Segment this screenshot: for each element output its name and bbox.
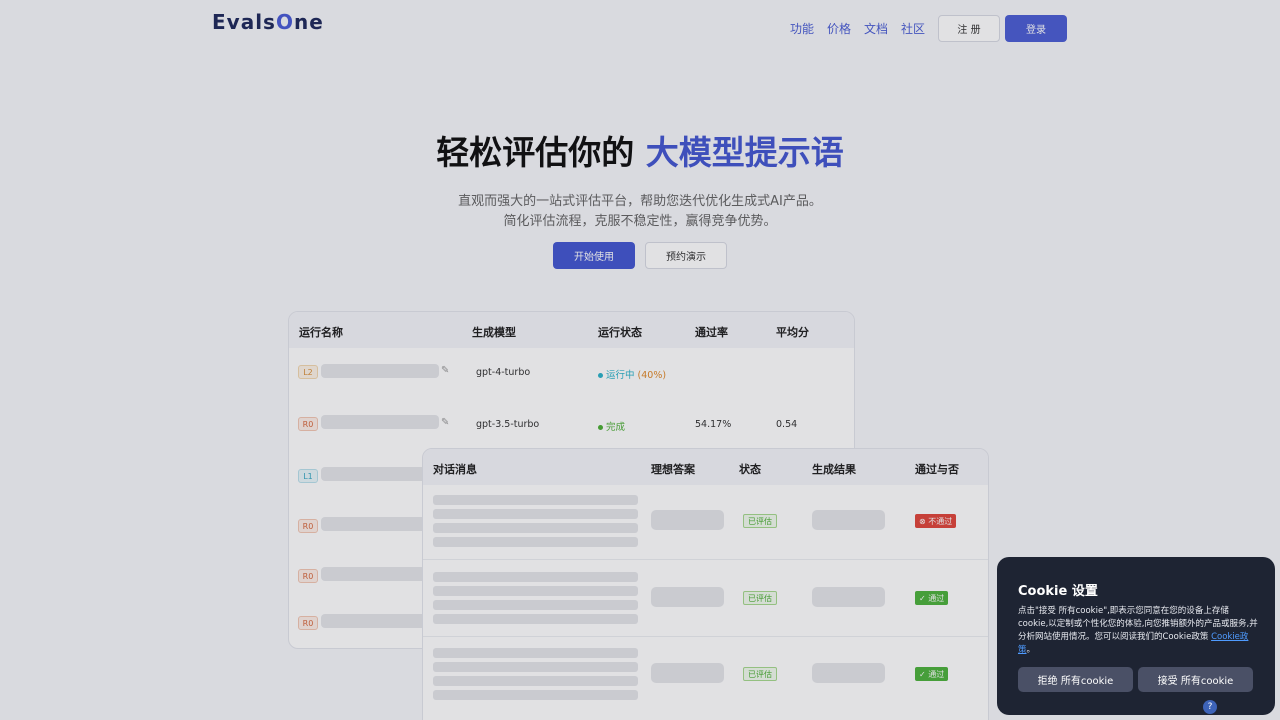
help-icon[interactable]: ? bbox=[1203, 700, 1217, 714]
accept-cookies-button[interactable]: 接受 所有cookie bbox=[1138, 667, 1253, 692]
cookie-text: 点击"接受 所有cookie",即表示您同意在您的设备上存储cookie,以定制… bbox=[1018, 606, 1258, 655]
reject-cookies-button[interactable]: 拒绝 所有cookie bbox=[1018, 667, 1133, 692]
cookie-title: Cookie 设置 bbox=[1018, 584, 1098, 599]
page: EvalsOne 功能 价格 文档 社区 注 册 登录 轻松评估你的 大模型提示… bbox=[0, 0, 1280, 720]
cookie-dialog: Cookie 设置 点击"接受 所有cookie",即表示您同意在您的设备上存储… bbox=[997, 557, 1275, 715]
